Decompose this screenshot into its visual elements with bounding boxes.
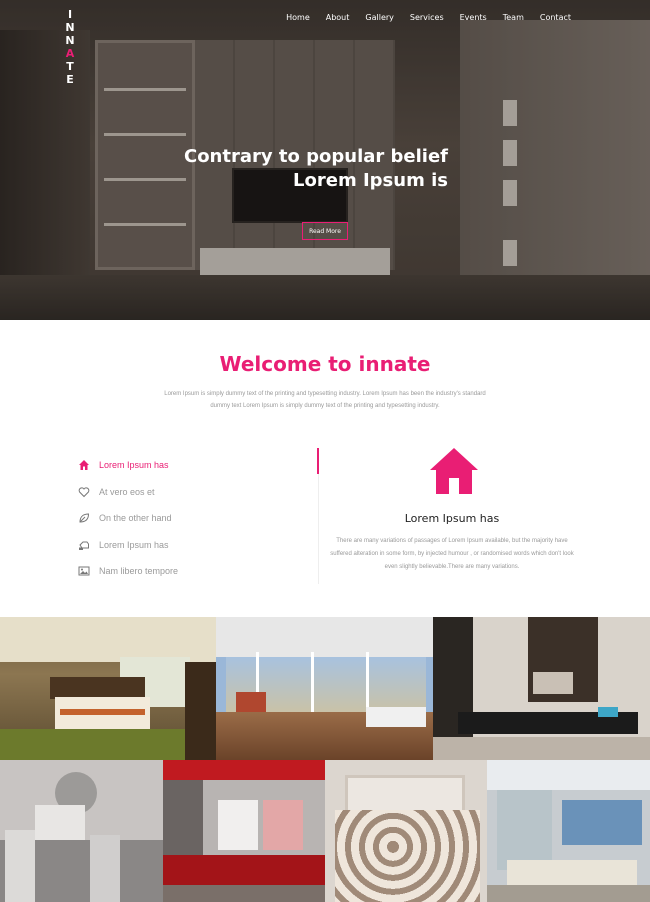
hero-title-line: Lorem Ipsum is (293, 170, 448, 191)
welcome-title: Welcome to innate (219, 352, 431, 376)
nav-events[interactable]: Events (460, 13, 487, 22)
nav-contact[interactable]: Contact (540, 13, 571, 22)
feature-label: Lorem Ipsum has (99, 460, 169, 471)
logo-letter: I (67, 8, 73, 21)
read-more-button[interactable]: Read More (302, 222, 348, 240)
feature-item[interactable]: Lorem Ipsum has (78, 452, 298, 479)
nav-gallery[interactable]: Gallery (365, 13, 394, 22)
red-living-room-photo[interactable] (163, 760, 325, 902)
home-icon (78, 459, 90, 471)
logo-letter: T (66, 60, 74, 73)
feature-divider (318, 474, 319, 584)
hero-title: Contrary to popular belief Lorem Ipsum i… (150, 145, 448, 193)
logo-letter-accent: A (65, 47, 75, 60)
gallery (0, 617, 650, 902)
heart-icon (78, 486, 90, 498)
feature-item[interactable]: On the other hand (78, 505, 298, 532)
hero-title-line: Contrary to popular belief (183, 146, 448, 167)
picture-icon (78, 565, 90, 577)
feature-list: Lorem Ipsum has At vero eos et On the ot… (78, 452, 298, 585)
feature-divider-accent (317, 448, 319, 474)
nav-home[interactable]: Home (286, 13, 310, 22)
bedroom-floral-photo[interactable] (325, 760, 487, 902)
feature-label: On the other hand (99, 513, 172, 524)
feature-item[interactable]: Nam libero tempore (78, 558, 298, 585)
card-text: There are many variations of passages of… (330, 538, 574, 570)
logo-letter: N (65, 21, 75, 34)
feature-item[interactable]: Lorem Ipsum has (78, 532, 298, 559)
site-logo[interactable]: I N N A T E (63, 8, 77, 86)
study-room-photo[interactable] (433, 617, 650, 760)
logo-letter: E (66, 73, 74, 86)
nav-services[interactable]: Services (410, 13, 444, 22)
feature-item[interactable]: At vero eos et (78, 479, 298, 506)
feature-label: Nam libero tempore (99, 566, 179, 577)
home-icon (428, 446, 480, 496)
leaf-icon (78, 512, 90, 524)
dining-room-photo[interactable] (0, 760, 163, 902)
feature-label: Lorem Ipsum has (99, 539, 169, 550)
nav-team[interactable]: Team (503, 13, 524, 22)
bedroom-photo[interactable] (0, 617, 216, 760)
card-title: Lorem Ipsum has (404, 512, 500, 525)
welcome-text: Lorem Ipsum is simply dummy text of the … (164, 391, 486, 409)
balcony-room-photo[interactable] (216, 617, 433, 760)
main-nav: Home About Gallery Services Events Team … (286, 13, 571, 22)
nav-about[interactable]: About (326, 13, 350, 22)
bathroom-photo[interactable] (487, 760, 650, 902)
feature-label: At vero eos et (99, 486, 155, 497)
hand-icon (78, 539, 90, 551)
logo-letter: N (65, 34, 75, 47)
